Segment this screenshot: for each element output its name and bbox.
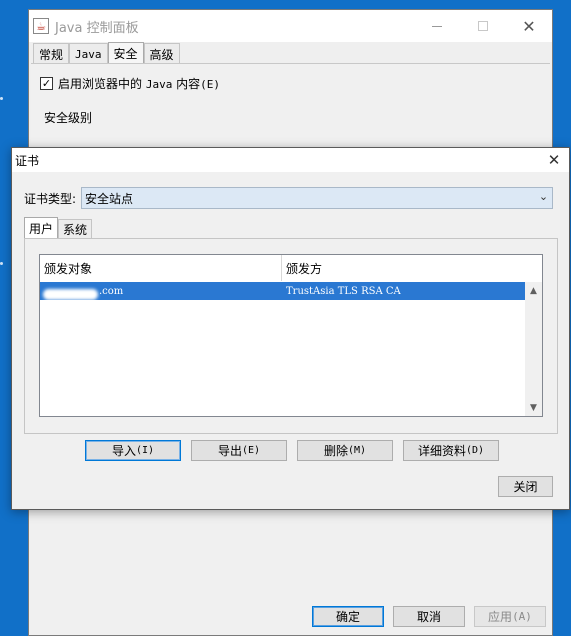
certificate-type-label: 证书类型: bbox=[24, 191, 77, 206]
ok-button[interactable]: 确定 bbox=[312, 606, 384, 627]
tab-advanced[interactable]: 高级 bbox=[143, 43, 180, 64]
apply-button[interactable]: 应用 (A) bbox=[474, 606, 546, 627]
close-button[interactable]: ✕ bbox=[506, 10, 552, 42]
window-title: Java 控制面板 bbox=[55, 20, 139, 36]
user-tab-panel: 颁发对象 颁发方 .com TrustAsia TLS RSA CA ▲ ▼ bbox=[24, 238, 558, 434]
dialog-close-button[interactable]: ✕ bbox=[545, 151, 563, 169]
apply-mnemonic: (A) bbox=[512, 610, 532, 623]
column-issued-to[interactable]: 颁发对象 bbox=[40, 255, 282, 281]
delete-mnemonic: (M) bbox=[347, 445, 367, 456]
label-mnemonic: (E) bbox=[200, 78, 221, 91]
scroll-down-icon[interactable]: ▼ bbox=[525, 399, 542, 416]
cell-issued-by: TrustAsia TLS RSA CA bbox=[286, 285, 401, 297]
vertical-scrollbar[interactable]: ▲ ▼ bbox=[525, 282, 542, 416]
export-mnemonic: (E) bbox=[241, 445, 261, 456]
import-text: 导入 bbox=[111, 444, 136, 458]
details-mnemonic: (D) bbox=[465, 445, 485, 456]
java-cup-icon: ☕ bbox=[33, 18, 49, 34]
apply-text: 应用 bbox=[488, 610, 513, 624]
certificate-type-row: 证书类型: 安全站点 ⌄ bbox=[24, 187, 554, 209]
details-button[interactable]: 详细资料 (D) bbox=[403, 440, 499, 461]
dialog-title: 证书 bbox=[15, 153, 40, 168]
desktop-dot bbox=[0, 97, 3, 100]
cancel-button[interactable]: 取消 bbox=[393, 606, 465, 627]
label-java: Java bbox=[145, 78, 173, 91]
maximize-button[interactable] bbox=[460, 10, 506, 42]
checkmark-icon: ✓ bbox=[41, 77, 52, 90]
enable-java-in-browser[interactable]: ✓ 启用浏览器中的 Java 内容(E) bbox=[40, 75, 220, 92]
table-header: 颁发对象 颁发方 bbox=[40, 255, 526, 281]
label-content: 内容 bbox=[172, 77, 201, 91]
column-issued-by[interactable]: 颁发方 bbox=[282, 255, 526, 281]
tab-system[interactable]: 系统 bbox=[58, 219, 93, 238]
close-icon: ✕ bbox=[547, 151, 561, 169]
scroll-up-icon[interactable]: ▲ bbox=[525, 282, 542, 299]
import-mnemonic: (I) bbox=[135, 445, 155, 456]
close-dialog-button[interactable]: 关闭 bbox=[498, 476, 553, 497]
tab-general[interactable]: 常规 bbox=[33, 43, 70, 64]
close-icon: ✕ bbox=[522, 16, 536, 36]
delete-button[interactable]: 删除 (M) bbox=[297, 440, 393, 461]
certificate-type-select[interactable]: 安全站点 ⌄ bbox=[81, 187, 554, 209]
details-text: 详细资料 bbox=[417, 444, 466, 458]
enable-java-checkbox[interactable]: ✓ bbox=[40, 77, 53, 90]
cell-issued-to: .com bbox=[40, 285, 283, 300]
certificate-action-buttons: 导入 (I) 导出 (E) 删除 (M) 详细资料 (D) bbox=[85, 440, 499, 461]
import-button[interactable]: 导入 (I) bbox=[85, 440, 181, 461]
security-level-label: 安全级别 bbox=[44, 111, 93, 125]
tab-java[interactable]: Java bbox=[69, 43, 108, 64]
control-panel-footer: 确定 取消 应用 (A) bbox=[29, 511, 552, 635]
redacted-area bbox=[43, 288, 98, 300]
security-tab-panel: ✓ 启用浏览器中的 Java 内容(E) 安全级别 bbox=[31, 63, 550, 153]
certificate-tabs: 用户 系统 bbox=[24, 217, 93, 239]
label-prefix: 启用浏览器中的 bbox=[58, 77, 146, 91]
maximize-icon bbox=[478, 21, 488, 31]
export-button[interactable]: 导出 (E) bbox=[191, 440, 287, 461]
certificate-table[interactable]: 颁发对象 颁发方 .com TrustAsia TLS RSA CA ▲ ▼ bbox=[39, 254, 543, 417]
enable-java-label: 启用浏览器中的 Java 内容(E) bbox=[58, 75, 220, 92]
certificates-dialog: 证书 ✕ 证书类型: 安全站点 ⌄ 用户 系统 颁发对象 颁发方 .com Tr… bbox=[11, 147, 570, 510]
control-panel-tabs: 常规 Java 安全 高级 bbox=[33, 42, 180, 64]
java-control-panel-titlebar[interactable]: ☕ Java 控制面板 ✕ bbox=[29, 10, 552, 42]
minimize-icon bbox=[432, 25, 442, 27]
desktop-dot bbox=[0, 262, 3, 265]
certificates-titlebar[interactable]: 证书 ✕ bbox=[12, 148, 569, 172]
control-panel-buttons: 确定 取消 应用 (A) bbox=[312, 606, 546, 627]
certificate-type-value: 安全站点 bbox=[85, 191, 134, 206]
export-text: 导出 bbox=[217, 444, 242, 458]
tab-user[interactable]: 用户 bbox=[24, 217, 59, 238]
tab-security[interactable]: 安全 bbox=[107, 42, 144, 64]
chevron-down-icon: ⌄ bbox=[538, 190, 549, 203]
issued-to-suffix: .com bbox=[99, 285, 124, 297]
minimize-button[interactable] bbox=[414, 10, 460, 42]
table-row[interactable]: .com TrustAsia TLS RSA CA bbox=[40, 282, 526, 300]
delete-text: 删除 bbox=[323, 444, 348, 458]
